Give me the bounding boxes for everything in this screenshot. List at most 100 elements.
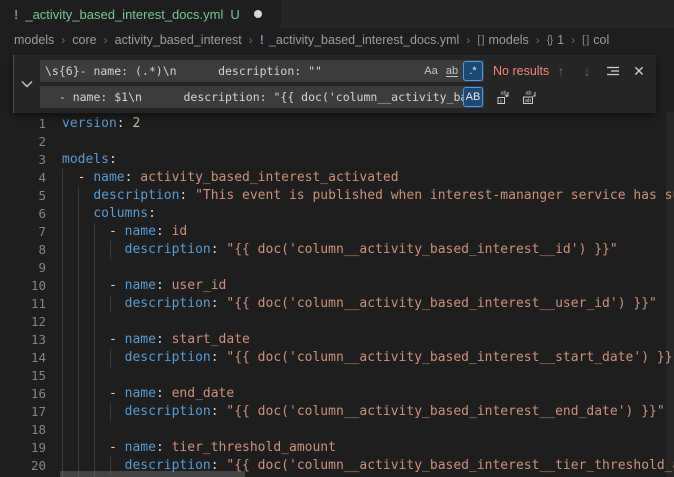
code-line-content: description: "{{ doc('column__activity_b… [46, 295, 657, 313]
code-line-content: models: [46, 151, 117, 169]
selection-lines-icon [606, 65, 620, 77]
toggle-replace-button[interactable] [14, 55, 40, 113]
line-number: 10 [0, 277, 46, 295]
find-status: No results [493, 64, 549, 78]
code-line-content: - name: end_date [46, 385, 234, 403]
breadcrumb-item[interactable]: col [593, 33, 609, 47]
yaml-exclamation-icon: ! [260, 33, 264, 47]
svg-text:ab: ab [526, 91, 532, 97]
line-number: 8 [0, 241, 46, 259]
code-line[interactable]: 4 - name: activity_based_interest_activa… [0, 169, 674, 187]
yaml-file-icon: ! [14, 7, 18, 22]
code-line[interactable]: 18 [0, 421, 674, 439]
code-line[interactable]: 6 columns: [0, 205, 674, 223]
breadcrumb-item[interactable]: activity_based_interest [115, 33, 242, 47]
code-line[interactable]: 10 - name: user_id [0, 277, 674, 295]
whole-word-button[interactable]: ab [442, 61, 462, 81]
line-number: 12 [0, 313, 46, 331]
code-line[interactable]: 19 - name: tier_threshold_amount [0, 439, 674, 457]
tab-filename: _activity_based_interest_docs.yml [25, 7, 223, 22]
code-line[interactable]: 16 - name: end_date [0, 385, 674, 403]
regex-button[interactable]: .* [463, 61, 483, 81]
code-line-content: description: "{{ doc('column__activity_b… [46, 241, 618, 259]
code-line-content [46, 367, 62, 385]
code-line-content: - name: tier_threshold_amount [46, 439, 336, 457]
line-number: 17 [0, 403, 46, 421]
breadcrumb-item[interactable]: models [489, 33, 529, 47]
line-number: 4 [0, 169, 46, 187]
previous-match-button[interactable]: ↑ [551, 61, 571, 81]
modified-dot-icon[interactable] [254, 10, 262, 18]
line-number: 11 [0, 295, 46, 313]
replace-input[interactable]: - name: $1\n description: "{{ doc('colum… [40, 86, 484, 108]
symbol-object-icon: {} [547, 34, 552, 46]
code-line-content: - name: id [46, 223, 187, 241]
code-line[interactable]: 11 description: "{{ doc('column__activit… [0, 295, 674, 313]
tab-bar: ! _activity_based_interest_docs.yml U [0, 0, 674, 28]
code-line-content: description: "{{ doc('column__activity_b… [46, 403, 665, 421]
close-find-button[interactable]: ✕ [629, 61, 649, 81]
code-line[interactable]: 3models: [0, 151, 674, 169]
breadcrumb-separator: › [249, 33, 253, 47]
replace-button[interactable]: ab c [494, 87, 514, 107]
replace-all-icon: ab ab [522, 89, 538, 105]
breadcrumb: models › core › activity_based_interest ›! _ac… [0, 28, 674, 52]
code-line[interactable]: 13 - name: start_date [0, 331, 674, 349]
code-line-content: - name: activity_based_interest_activate… [46, 169, 399, 187]
replace-input-value[interactable]: - name: $1\n description: "{{ doc('colum… [40, 90, 463, 104]
code-line-content: version: 2 [46, 115, 140, 133]
code-line[interactable]: 15 [0, 367, 674, 385]
code-line[interactable]: 9 [0, 259, 674, 277]
vertical-scrollbar[interactable] [666, 112, 674, 477]
line-number: 16 [0, 385, 46, 403]
tab-active-file[interactable]: ! _activity_based_interest_docs.yml U [0, 0, 281, 28]
code-line-content [46, 259, 62, 277]
find-replace-widget: \s{6}- name: (.*)\n description: "" Aa a… [13, 55, 656, 113]
code-line[interactable]: 1version: 2 [0, 115, 674, 133]
breadcrumb-item[interactable]: models [14, 33, 54, 47]
line-number: 6 [0, 205, 46, 223]
svg-text:c: c [500, 98, 503, 104]
code-line-content: description: "{{ doc('column__activity_b… [46, 349, 674, 367]
find-input[interactable]: \s{6}- name: (.*)\n description: "" Aa a… [40, 60, 484, 82]
code-line[interactable]: 12 [0, 313, 674, 331]
replace-all-button[interactable]: ab ab [520, 87, 540, 107]
next-match-button[interactable]: ↓ [577, 61, 597, 81]
find-input-value[interactable]: \s{6}- name: (.*)\n description: "" [40, 64, 421, 78]
symbol-array-icon: [ ] [477, 34, 483, 46]
code-line[interactable]: 7 - name: id [0, 223, 674, 241]
editor-pane[interactable]: 1version: 223models:4 - name: activity_b… [0, 52, 674, 477]
find-in-selection-button[interactable] [603, 61, 623, 81]
code-area[interactable]: 1version: 223models:4 - name: activity_b… [0, 115, 674, 475]
breadcrumb-separator: › [104, 33, 108, 47]
svg-text:ab: ab [525, 98, 531, 104]
line-number: 9 [0, 259, 46, 277]
line-number: 14 [0, 349, 46, 367]
line-number: 13 [0, 331, 46, 349]
horizontal-scrollbar[interactable] [60, 471, 245, 477]
symbol-array-icon: [ ] [582, 34, 588, 46]
code-line[interactable]: 5 description: "This event is published … [0, 187, 674, 205]
code-line[interactable]: 14 description: "{{ doc('column__activit… [0, 349, 674, 367]
preserve-case-button[interactable]: AB [463, 87, 483, 107]
code-line[interactable]: 2 [0, 133, 674, 151]
breadcrumb-item[interactable]: core [72, 33, 96, 47]
replace-icon: ab c [496, 89, 512, 105]
breadcrumb-item[interactable]: _activity_based_interest_docs.yml [269, 33, 459, 47]
code-line[interactable]: 8 description: "{{ doc('column__activity… [0, 241, 674, 259]
match-case-button[interactable]: Aa [421, 61, 441, 81]
code-line-content: columns: [46, 205, 156, 223]
code-line-content [46, 421, 62, 439]
code-line[interactable]: 17 description: "{{ doc('column__activit… [0, 403, 674, 421]
line-number: 3 [0, 151, 46, 169]
code-line-content [46, 133, 62, 151]
line-number: 15 [0, 367, 46, 385]
breadcrumb-item[interactable]: 1 [557, 33, 564, 47]
git-untracked-badge: U [230, 7, 239, 22]
line-number: 5 [0, 187, 46, 205]
line-number: 1 [0, 115, 46, 133]
line-number: 20 [0, 457, 46, 475]
breadcrumb-separator: › [466, 33, 470, 47]
chevron-down-icon [21, 80, 33, 88]
line-number: 7 [0, 223, 46, 241]
